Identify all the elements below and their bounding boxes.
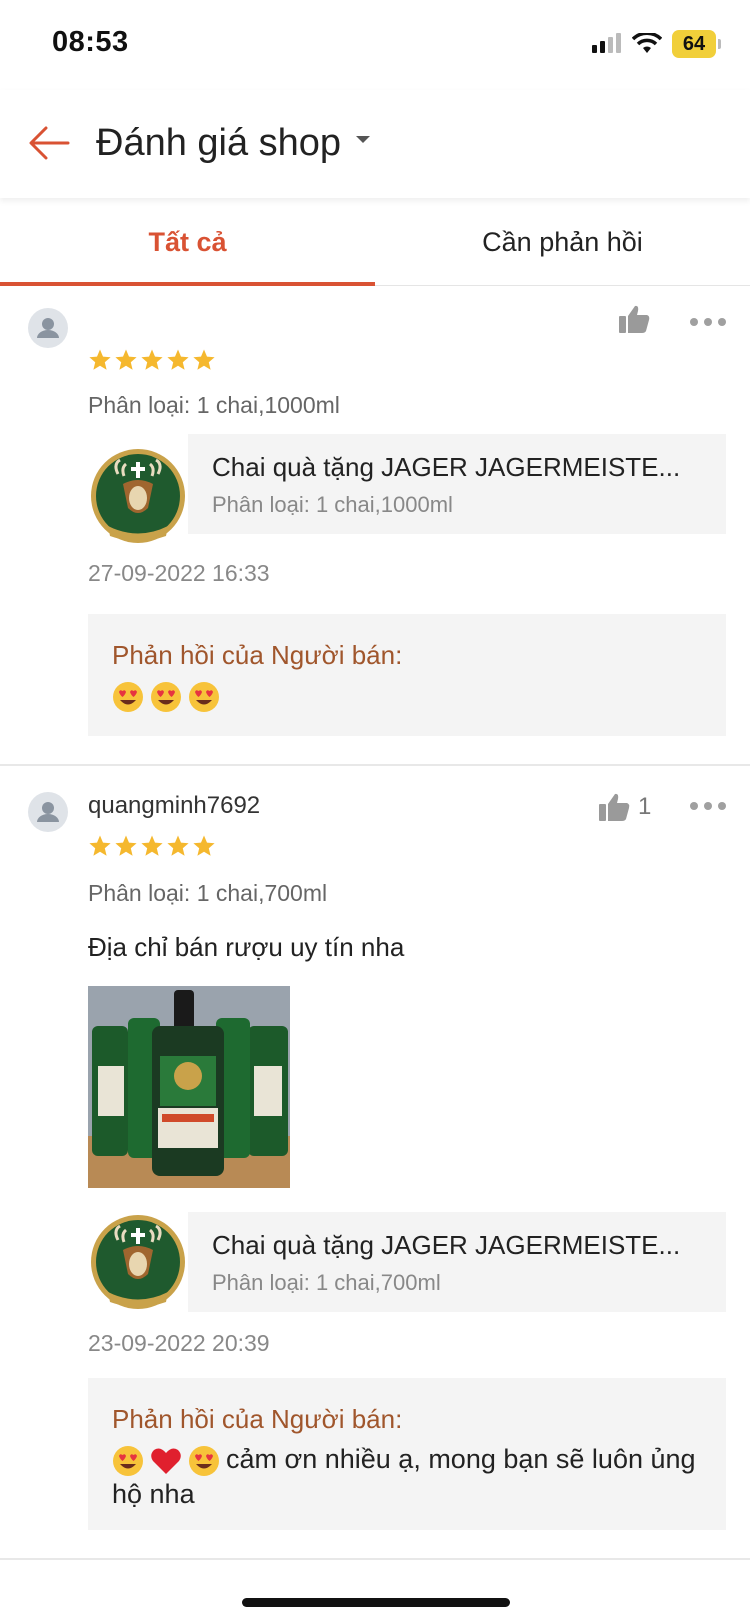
product-name: Chai quà tặng JAGER JAGERMEISTE... (212, 1230, 681, 1260)
home-indicator (242, 1598, 510, 1607)
seller-reply: Phản hồi của Người bán: (88, 614, 726, 736)
thumbs-up-icon (599, 793, 630, 821)
review-photo[interactable] (88, 986, 290, 1188)
like-count: 1 (638, 793, 652, 820)
product-variant: Phân loại: 1 chai,1000ml (212, 492, 453, 517)
signal-icon (592, 33, 621, 53)
product-thumbnail[interactable] (88, 446, 188, 546)
heart-eyes-emoji (151, 681, 181, 712)
status-icons: 64 (592, 30, 721, 58)
product-thumbnail[interactable] (88, 1212, 188, 1312)
heart-eyes-emoji (113, 681, 143, 712)
product-card[interactable]: Chai quà tặng JAGER JAGERMEISTE... Phân … (188, 434, 726, 534)
star-icon (167, 349, 189, 370)
user-avatar-icon[interactable] (28, 792, 68, 832)
back-arrow-icon[interactable] (26, 120, 72, 166)
review-username[interactable]: quangminh7692 (88, 792, 260, 820)
like-button[interactable] (618, 304, 658, 334)
like-button[interactable]: 1 (598, 792, 651, 822)
battery-icon: 64 (672, 30, 721, 58)
page-header: Đánh giá shop (0, 90, 750, 198)
tab-all[interactable]: Tất cả (0, 198, 375, 286)
rating-stars (88, 834, 216, 858)
review-timestamp: 27-09-2022 16:33 (88, 560, 270, 586)
star-icon (141, 349, 163, 370)
review-card: quangminh7692 1 Phân loại: 1 chai,700ml … (0, 766, 750, 1560)
rating-stars (88, 348, 216, 372)
review-card: Phân loại: 1 chai,1000ml Chai quà tặng J… (0, 286, 750, 766)
seller-reply-text (112, 678, 712, 713)
review-tabs: Tất cả Cần phản hồi (0, 198, 750, 286)
wifi-icon (632, 33, 662, 53)
review-variant: Phân loại: 1 chai,700ml (88, 880, 328, 906)
red-heart-emoji (151, 1448, 181, 1474)
seller-reply-label: Phản hồi của Người bán: (112, 1404, 403, 1434)
user-avatar-icon[interactable] (28, 308, 68, 348)
product-card[interactable]: Chai quà tặng JAGER JAGERMEISTE... Phân … (188, 1212, 726, 1312)
heart-eyes-emoji (189, 1445, 219, 1476)
product-name: Chai quà tặng JAGER JAGERMEISTE... (212, 452, 681, 482)
heart-eyes-emoji (189, 681, 219, 712)
more-icon[interactable] (690, 312, 726, 332)
tab-needs-reply[interactable]: Cần phản hồi (375, 198, 750, 285)
star-icon (115, 349, 137, 370)
page-title[interactable]: Đánh giá shop (96, 122, 341, 165)
heart-eyes-emoji (113, 1445, 143, 1476)
star-icon (89, 835, 111, 856)
star-icon (115, 835, 137, 856)
caret-down-icon[interactable] (356, 136, 370, 143)
star-icon (193, 349, 215, 370)
star-icon (193, 835, 215, 856)
thumbs-up-icon (619, 305, 650, 333)
star-icon (167, 835, 189, 856)
seller-reply-text: cảm ơn nhiều ạ, mong bạn sẽ luôn ủng hộ … (112, 1442, 712, 1511)
star-icon (141, 835, 163, 856)
review-comment: Địa chỉ bán rượu uy tín nha (88, 932, 405, 962)
status-bar: 08:53 64 (0, 0, 750, 90)
status-time: 08:53 (52, 26, 129, 58)
product-variant: Phân loại: 1 chai,700ml (212, 1270, 441, 1295)
review-variant: Phân loại: 1 chai,1000ml (88, 392, 340, 418)
seller-reply-label: Phản hồi của Người bán: (112, 640, 403, 670)
seller-reply: Phản hồi của Người bán: cảm ơn nhiều ạ, … (88, 1378, 726, 1530)
review-timestamp: 23-09-2022 20:39 (88, 1330, 270, 1356)
star-icon (89, 349, 111, 370)
more-icon[interactable] (690, 796, 726, 816)
